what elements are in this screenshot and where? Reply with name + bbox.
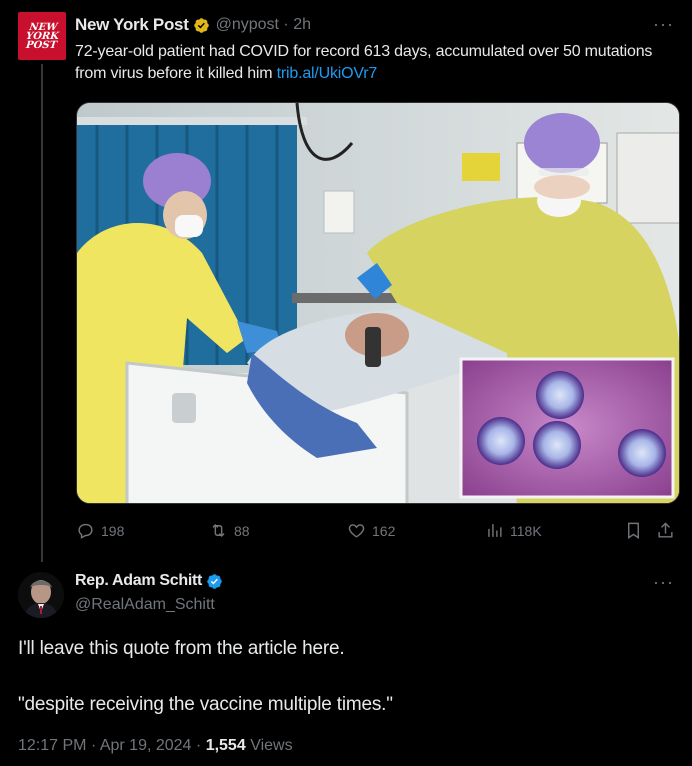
tweet-media-image[interactable]	[76, 102, 680, 504]
views-icon	[488, 524, 502, 537]
tweet-header: New York Post @nypost · 2h	[75, 14, 311, 36]
hospital-photo	[77, 103, 679, 503]
avatar-photo	[18, 572, 64, 618]
date[interactable]: Apr 19, 2024	[100, 737, 192, 754]
share-icon	[658, 522, 673, 538]
tweet-action-bar: 198 88 162 118K	[76, 521, 680, 543]
author-name[interactable]: New York Post	[75, 15, 189, 35]
tweet-line-1: I'll leave this quote from the article h…	[18, 638, 345, 659]
repost-icon	[212, 523, 225, 538]
timestamp[interactable]: 12:17 PM	[18, 737, 86, 754]
views-label: Views	[250, 737, 293, 754]
nypost-logo: NEW YORK POST	[24, 21, 59, 51]
bookmark-icon	[628, 522, 639, 539]
reply-count: 198	[101, 522, 125, 539]
like-count: 162	[372, 522, 396, 539]
avatar[interactable]	[18, 572, 64, 618]
more-options-button[interactable]: ···	[653, 14, 674, 35]
tweet-header: Rep. Adam Schitt	[75, 572, 223, 590]
thread-line	[41, 64, 43, 562]
views-button[interactable]: 118K	[485, 521, 542, 540]
tweet-metadata: 12:17 PM · Apr 19, 2024 · 1,554 Views	[18, 737, 293, 754]
author-handle[interactable]: @nypost · 2h	[216, 16, 311, 34]
reply-button[interactable]: 198	[76, 521, 124, 540]
nypost-avatar[interactable]: NEW YORK POST	[18, 12, 66, 60]
repost-button[interactable]: 88	[209, 521, 250, 540]
like-button[interactable]: 162	[347, 521, 395, 540]
more-options-button[interactable]: ···	[653, 572, 674, 593]
tweet-text: 72-year-old patient had COVID for record…	[75, 43, 653, 82]
reply-icon	[78, 523, 93, 539]
bookmark-button[interactable]	[624, 521, 643, 540]
views-count: 118K	[510, 522, 542, 539]
repost-count: 88	[234, 522, 250, 539]
like-icon	[348, 524, 365, 538]
author-name[interactable]: Rep. Adam Schitt	[75, 572, 202, 590]
verified-gold-icon	[193, 17, 209, 33]
article-link[interactable]: trib.al/UkiOVr7	[277, 65, 378, 82]
verified-blue-icon	[207, 573, 222, 589]
tweet-text: I'll leave this quote from the article h…	[18, 636, 668, 718]
author-handle[interactable]: @RealAdam_Schitt	[75, 596, 215, 614]
tweet-line-2: "despite receiving the vaccine multiple …	[18, 694, 393, 715]
share-button[interactable]	[656, 521, 675, 540]
views-count: 1,554	[205, 737, 246, 754]
